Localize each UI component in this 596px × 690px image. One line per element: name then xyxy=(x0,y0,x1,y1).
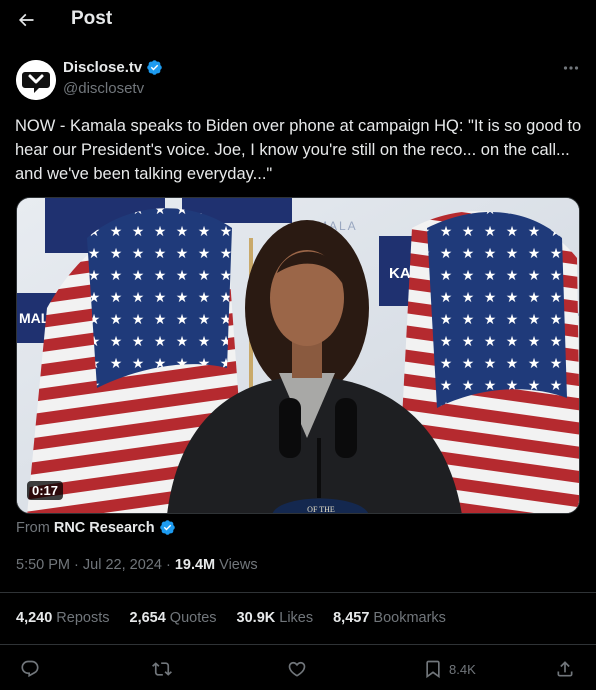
verified-badge-icon xyxy=(159,520,175,535)
quotes-count: 2,654 xyxy=(129,610,166,626)
post-meta: 5:50 PM · Jul 22, 2024 · 19.4M Views xyxy=(16,557,258,573)
avatar[interactable] xyxy=(16,60,56,100)
share-icon xyxy=(557,661,573,677)
bookmark-button[interactable]: 8.4K xyxy=(423,658,476,680)
reply-button[interactable] xyxy=(20,658,40,680)
meta-separator: · xyxy=(74,557,79,573)
quotes-stat[interactable]: 2,654 Quotes xyxy=(130,610,217,626)
likes-count: 30.9K xyxy=(236,610,276,626)
source-name[interactable]: RNC Research xyxy=(54,520,155,536)
post-date[interactable]: Jul 22, 2024 xyxy=(83,557,162,573)
repost-icon xyxy=(152,662,172,676)
video-thumbnail: ★ MALA KAM MALA LA xyxy=(17,198,579,514)
bookmarks-count: 8,457 xyxy=(333,610,370,626)
seal-text: OF THE xyxy=(307,505,335,514)
source-attribution: From RNC Research xyxy=(16,519,176,536)
engagement-stats: 4,240 Reposts 2,654 Quotes 30.9K Likes 8,45… xyxy=(16,610,446,626)
reposts-label: Reposts xyxy=(56,610,110,626)
repost-button[interactable] xyxy=(152,658,172,680)
heart-icon xyxy=(288,661,306,677)
reposts-stat[interactable]: 4,240 Reposts xyxy=(16,610,110,626)
like-button[interactable] xyxy=(287,658,307,680)
author-name[interactable]: Disclose.tv xyxy=(63,59,163,76)
arrow-left-icon xyxy=(18,13,34,27)
back-button[interactable] xyxy=(14,6,38,34)
post-time[interactable]: 5:50 PM xyxy=(16,557,70,573)
share-button[interactable] xyxy=(555,658,575,680)
views-label: Views xyxy=(219,557,258,573)
tweet-text: NOW - Kamala speaks to Biden over phone … xyxy=(15,117,586,183)
reply-icon xyxy=(21,660,39,678)
bookmark-count: 8.4K xyxy=(449,661,476,677)
quotes-label: Quotes xyxy=(169,610,217,626)
bookmark-icon xyxy=(426,660,440,679)
views-count: 19.4M xyxy=(174,557,216,573)
more-options-button[interactable] xyxy=(560,58,582,78)
top-bar: Post xyxy=(0,0,596,40)
more-dots-icon xyxy=(563,66,579,70)
bookmarks-label: Bookmarks xyxy=(373,610,446,626)
likes-stat[interactable]: 30.9K Likes xyxy=(237,610,314,626)
video-player[interactable]: ★ MALA KAM MALA LA xyxy=(16,197,580,514)
divider xyxy=(0,592,596,593)
likes-label: Likes xyxy=(279,610,314,626)
reposts-count: 4,240 xyxy=(16,610,53,626)
page-title: Post xyxy=(71,8,113,29)
action-bar: 8.4K xyxy=(0,652,596,688)
verified-badge-icon xyxy=(147,60,162,75)
author-name-text: Disclose.tv xyxy=(63,59,143,76)
source-prefix: From xyxy=(16,519,50,536)
disclose-logo-icon xyxy=(16,60,56,100)
author-handle[interactable]: @disclosetv xyxy=(63,80,144,97)
video-duration: 0:17 xyxy=(27,481,64,500)
meta-separator: · xyxy=(165,557,171,573)
divider xyxy=(0,644,596,645)
bookmarks-stat[interactable]: 8,457 Bookmarks xyxy=(333,610,446,626)
